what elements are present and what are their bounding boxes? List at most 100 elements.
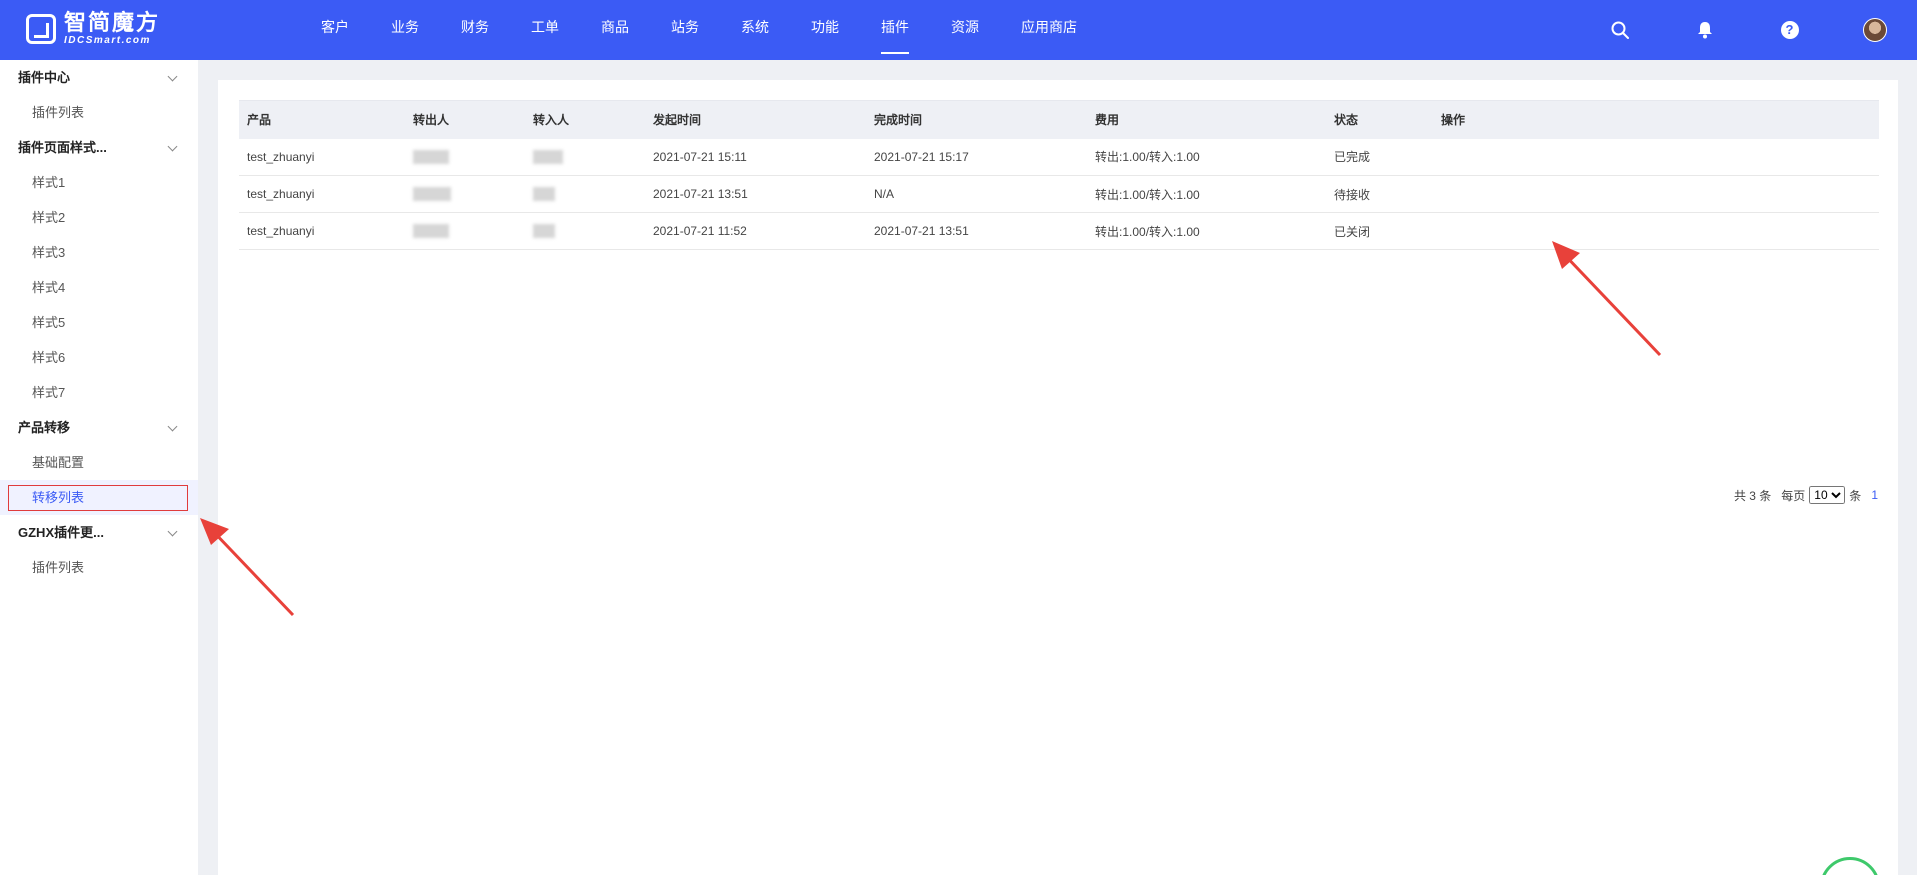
- logo-name-cn: 智简魔方: [64, 10, 161, 35]
- sidebar-item-label: 样式4: [32, 280, 66, 295]
- cell-to-user: [525, 175, 645, 213]
- search-icon: [1611, 21, 1629, 39]
- cell-to-user: [525, 138, 645, 176]
- column-header-4: 完成时间: [866, 100, 1087, 139]
- table-row: test_zhuanyi 2021-07-21 13:51 N/A 转出:1.00/转…: [239, 175, 1879, 213]
- column-header-0: 产品: [239, 100, 405, 139]
- cell-status: 待接收: [1326, 175, 1433, 213]
- table-row: test_zhuanyi 2021-07-21 11:52 2021-07-21 1…: [239, 212, 1879, 250]
- nav-item-3[interactable]: 工单: [510, 0, 580, 60]
- logo[interactable]: 智简魔方 IDCSmart.com: [26, 12, 160, 46]
- per-page-select[interactable]: 10: [1809, 486, 1846, 504]
- transfer-table: 产品 转出人 转入人 发起时间 完成时间 费用 状态 操作 test_zhuanyi 2021-…: [239, 100, 1879, 250]
- sidebar-item-label: 样式6: [32, 350, 66, 365]
- nav-item-5[interactable]: 站务: [650, 0, 720, 60]
- sidebar-item-1-5[interactable]: 样式6: [0, 340, 198, 375]
- sidebar-item-0-0[interactable]: 插件列表: [0, 95, 198, 130]
- user-menu-button[interactable]: [1832, 18, 1917, 42]
- cell-finish-time: 2021-07-21 15:17: [866, 138, 1087, 176]
- sidebar-item-1-6[interactable]: 样式7: [0, 375, 198, 410]
- main-nav: 客户 业务 财务 工单 商品 站务 系统 功能 插件 资源 应用商店: [300, 0, 1098, 60]
- column-header-3: 发起时间: [645, 100, 866, 139]
- cell-actions: [1433, 212, 1879, 250]
- sidebar-item-label: 转移列表: [32, 490, 85, 505]
- cell-product: test_zhuanyi: [239, 175, 405, 213]
- pagination-per-page-label: 每页: [1781, 488, 1806, 503]
- pagination-total: 共 3 条: [1733, 488, 1772, 503]
- cell-from-user: [405, 212, 525, 250]
- cell-finish-time: 2021-07-21 13:51: [866, 212, 1087, 250]
- column-header-5: 费用: [1087, 100, 1326, 139]
- column-header-1: 转出人: [405, 100, 525, 139]
- cell-fee: 转出:1.00/转入:1.00: [1087, 212, 1326, 250]
- nav-item-9[interactable]: 资源: [930, 0, 1000, 60]
- table-row: test_zhuanyi 2021-07-21 15:11 2021-07-21 1…: [239, 138, 1879, 176]
- nav-item-1[interactable]: 业务: [370, 0, 440, 60]
- sidebar-item-label: 插件列表: [32, 560, 85, 575]
- cell-fee: 转出:1.00/转入:1.00: [1087, 175, 1326, 213]
- sidebar-group-title: GZHX插件更...: [18, 525, 104, 540]
- sidebar-item-1-3[interactable]: 样式4: [0, 270, 198, 305]
- nav-item-4[interactable]: 商品: [580, 0, 650, 60]
- pagination-page-1[interactable]: 1: [1871, 488, 1878, 502]
- nav-item-7[interactable]: 功能: [790, 0, 860, 60]
- nav-item-6[interactable]: 系统: [720, 0, 790, 60]
- sidebar-group-title: 产品转移: [18, 420, 71, 435]
- notifications-button[interactable]: [1662, 21, 1747, 39]
- bell-icon: [1697, 22, 1712, 39]
- search-button[interactable]: [1577, 21, 1662, 39]
- cell-actions: [1433, 138, 1879, 176]
- sidebar-item-2-1[interactable]: 转移列表: [0, 480, 198, 515]
- cell-product: test_zhuanyi: [239, 212, 405, 250]
- sidebar-group-title: 插件中心: [18, 70, 71, 85]
- table-header-row: 产品 转出人 转入人 发起时间 完成时间 费用 状态 操作: [239, 100, 1879, 139]
- chevron-down-icon: [167, 421, 178, 432]
- sidebar-item-1-0[interactable]: 样式1: [0, 165, 198, 200]
- nav-item-0[interactable]: 客户: [300, 0, 370, 60]
- column-header-7: 操作: [1433, 100, 1879, 139]
- sidebar-group-0[interactable]: 插件中心: [0, 60, 198, 95]
- nav-item-2[interactable]: 财务: [440, 0, 510, 60]
- pagination-unit: 条: [1849, 488, 1862, 503]
- avatar: [1862, 18, 1887, 42]
- sidebar-item-label: 样式7: [32, 385, 66, 400]
- sidebar-item-label: 基础配置: [32, 455, 85, 470]
- logo-name-en: IDCSmart.com: [64, 35, 151, 46]
- sidebar-item-label: 插件列表: [32, 105, 85, 120]
- redacted-text: [413, 224, 449, 239]
- cell-actions: [1433, 175, 1879, 213]
- cell-finish-time: N/A: [866, 175, 1087, 213]
- cell-fee: 转出:1.00/转入:1.00: [1087, 138, 1326, 176]
- sidebar-group-2[interactable]: 产品转移: [0, 410, 198, 445]
- cell-product: test_zhuanyi: [239, 138, 405, 176]
- sidebar-item-1-4[interactable]: 样式5: [0, 305, 198, 340]
- cell-start-time: 2021-07-21 15:11: [645, 138, 866, 176]
- cell-to-user: [525, 212, 645, 250]
- sidebar-item-1-1[interactable]: 样式2: [0, 200, 198, 235]
- cell-from-user: [405, 138, 525, 176]
- cell-start-time: 2021-07-21 13:51: [645, 175, 866, 213]
- sidebar-item-label: 样式1: [32, 175, 66, 190]
- sidebar-item-label: 样式5: [32, 315, 66, 330]
- help-icon: ?: [1780, 21, 1799, 39]
- cell-start-time: 2021-07-21 11:52: [645, 212, 866, 250]
- chevron-down-icon: [167, 526, 178, 537]
- pagination: 共 3 条 每页 10 条 1: [1734, 486, 1878, 504]
- nav-item-10[interactable]: 应用商店: [1000, 0, 1098, 60]
- logo-icon: [26, 14, 56, 44]
- top-navbar: 智简魔方 IDCSmart.com 客户 业务 财务 工单 商品 站务 系统 功能 插件 资源 应用…: [0, 0, 1917, 60]
- sidebar-item-3-0[interactable]: 插件列表: [0, 550, 198, 585]
- redacted-text: [533, 150, 563, 165]
- help-button[interactable]: ?: [1747, 21, 1832, 39]
- chevron-down-icon: [167, 71, 178, 82]
- sidebar-item-1-2[interactable]: 样式3: [0, 235, 198, 270]
- sidebar-item-2-0[interactable]: 基础配置: [0, 445, 198, 480]
- redacted-text: [413, 187, 451, 202]
- sidebar-group-1[interactable]: 插件页面样式...: [0, 130, 198, 165]
- chevron-down-icon: [167, 141, 178, 152]
- sidebar-group-3[interactable]: GZHX插件更...: [0, 515, 198, 550]
- sidebar: 插件中心 插件列表 插件页面样式... 样式1 样式2 样式3 样式4 样式5 样式6 样式7 产品…: [0, 60, 198, 875]
- column-header-6: 状态: [1326, 100, 1433, 139]
- sidebar-group-title: 插件页面样式...: [18, 140, 107, 155]
- nav-item-8[interactable]: 插件: [860, 0, 930, 60]
